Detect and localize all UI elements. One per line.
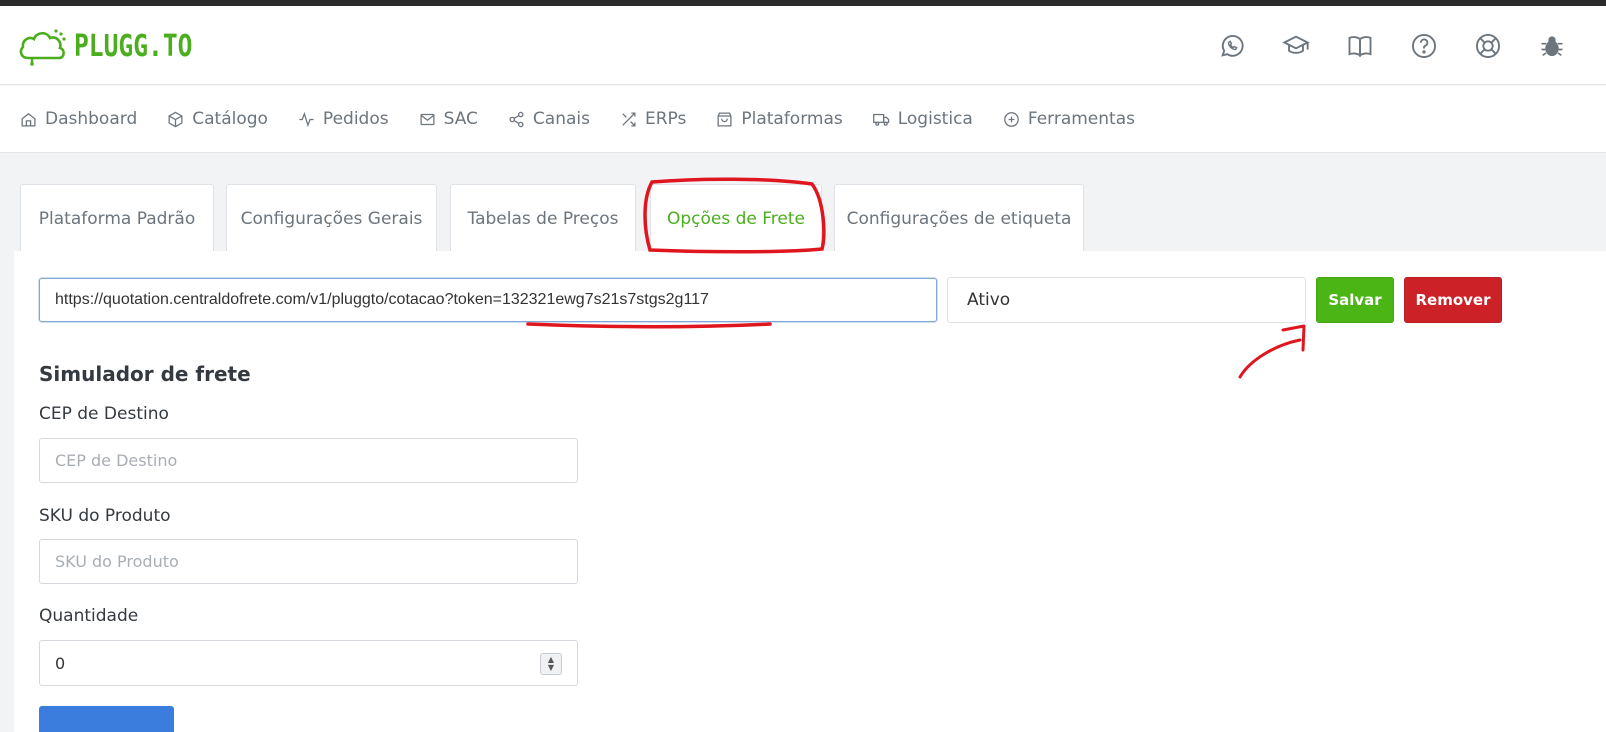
cep-input[interactable] <box>39 438 578 483</box>
chevron-down-icon: ▼ <box>547 663 555 672</box>
nav-item-canais[interactable]: Canais <box>508 109 590 129</box>
graduation-cap-icon[interactable] <box>1282 32 1310 60</box>
header-icon-bar <box>1218 32 1602 60</box>
activity-icon <box>299 111 314 127</box>
tab-tabelas-de-precos[interactable]: Tabelas de Preços <box>450 184 636 252</box>
quantity-input[interactable]: 0 <box>39 640 578 686</box>
nav-item-logistica[interactable]: Logistica <box>872 109 973 129</box>
cloud-logo-icon <box>19 29 66 66</box>
simulator-title: Simulador de frete <box>39 362 251 386</box>
nav-item-catalogo[interactable]: Catálogo <box>167 109 268 129</box>
logo-wordmark: PLUGG.TO <box>74 28 193 64</box>
nav-label: ERPs <box>644 109 687 129</box>
quantity-stepper[interactable]: ▲ ▼ <box>540 653 562 675</box>
nav-item-dashboard[interactable]: Dashboard <box>20 109 137 129</box>
sku-label: SKU do Produto <box>39 506 171 526</box>
nav-label: SAC <box>443 109 478 129</box>
tab-configuracoes-gerais[interactable]: Configurações Gerais <box>226 184 437 252</box>
nav-item-ferramentas[interactable]: Ferramentas <box>1003 109 1135 129</box>
share-icon <box>509 111 524 127</box>
remove-button[interactable]: Remover <box>1404 277 1502 323</box>
help-circle-icon[interactable] <box>1410 32 1438 60</box>
box-icon <box>168 111 183 127</box>
nav-item-pedidos[interactable]: Pedidos <box>298 109 389 129</box>
quantity-label: Quantidade <box>39 606 139 626</box>
tab-configuracoes-de-etiqueta[interactable]: Configurações de etiqueta <box>834 184 1084 252</box>
nav-label: Catálogo <box>192 109 268 129</box>
nav-label: Ferramentas <box>1027 109 1135 129</box>
nav-item-sac[interactable]: SAC <box>419 109 478 129</box>
simulate-button[interactable] <box>39 706 174 732</box>
cep-label: CEP de Destino <box>39 404 169 424</box>
app-header: PLUGG.TO <box>0 6 1606 85</box>
freight-status-select[interactable]: Ativo <box>947 277 1306 323</box>
sku-input[interactable] <box>39 539 578 584</box>
whatsapp-icon[interactable] <box>1218 32 1246 60</box>
nav-label: Pedidos <box>322 109 389 129</box>
plugg-logo[interactable]: PLUGG.TO <box>18 26 219 66</box>
home-icon <box>21 112 36 127</box>
tab-opcoes-de-frete[interactable]: Opções de Frete <box>650 184 822 252</box>
nav-label: Plataformas <box>741 109 843 129</box>
nav-item-erps[interactable]: ERPs <box>620 109 686 129</box>
freight-url-input[interactable] <box>39 278 937 322</box>
plus-circle-icon <box>1003 111 1019 127</box>
shuffle-icon <box>622 111 636 127</box>
bug-icon[interactable] <box>1538 32 1566 60</box>
nav-item-plataformas[interactable]: Plataformas <box>716 109 843 129</box>
main-nav: Dashboard Catálogo Pedidos SAC Canais ER… <box>0 86 1606 153</box>
nav-label: Canais <box>532 109 590 129</box>
book-icon[interactable] <box>1346 32 1374 60</box>
nav-label: Logistica <box>897 109 973 129</box>
truck-icon <box>872 113 889 126</box>
tab-plataforma-padrao[interactable]: Plataforma Padrão <box>20 184 214 252</box>
shopping-bag-icon <box>717 111 732 127</box>
nav-label: Dashboard <box>45 109 138 129</box>
lifebuoy-icon[interactable] <box>1474 32 1502 60</box>
save-button[interactable]: Salvar <box>1316 277 1394 323</box>
mail-icon <box>420 113 435 125</box>
